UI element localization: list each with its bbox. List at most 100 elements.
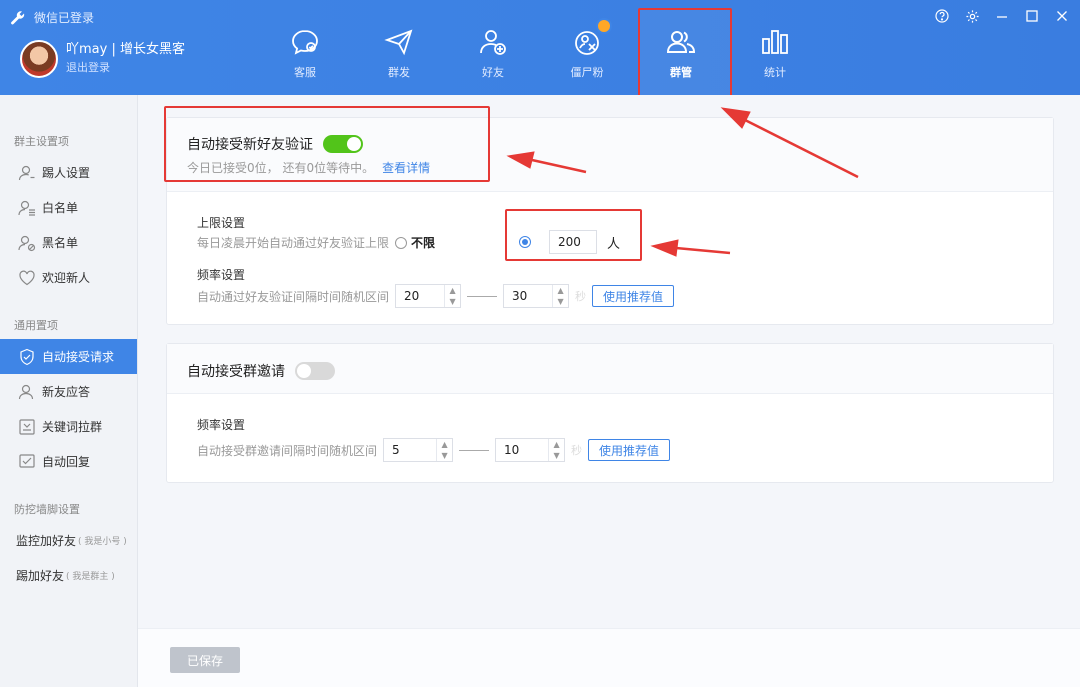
group-use-recommended-button[interactable]: 使用推荐值 xyxy=(588,439,671,461)
nav-customer-service[interactable]: 客服 xyxy=(258,0,352,95)
sidebar-item-label: 监控加好友 xyxy=(16,534,77,548)
sidebar-item-blacklist[interactable]: 黑名单 xyxy=(0,225,137,260)
sidebar-item-label: 黑名单 xyxy=(42,236,79,250)
chevron-down-icon[interactable]: ▼ xyxy=(441,451,447,460)
freq-row: 自动通过好友验证间隔时间随机区间 20 ▲ ▼ 30 ▲ ▼ 秒 使用推荐值 xyxy=(197,284,675,308)
group-manage-icon xyxy=(666,31,696,53)
window-controls xyxy=(934,8,1070,24)
group-freq-min-value: 5 xyxy=(392,443,400,457)
group-freq-max-value: 10 xyxy=(504,443,520,457)
group-invite-toggle[interactable] xyxy=(295,362,335,380)
group-invite-card: 自动接受群邀请 频率设置 自动接受群邀请间隔时间随机区间 5 ▲ ▼ 10 ▲ ▼ … xyxy=(166,343,1054,483)
freq-label: 频率设置 xyxy=(197,268,246,282)
group-freq-unit: 秒 xyxy=(571,444,583,457)
group-freq-desc: 自动接受群邀请间隔时间随机区间 xyxy=(197,443,378,458)
freq-min-input[interactable]: 20 ▲ ▼ xyxy=(395,284,462,308)
sidebar-item-label: 自动回复 xyxy=(42,455,91,469)
user-block-icon xyxy=(18,235,36,251)
group-freq-min-input[interactable]: 5 ▲ ▼ xyxy=(383,438,454,462)
group-freq-max-stepper[interactable]: ▲ ▼ xyxy=(548,439,564,461)
sidebar-item-label: 踢加好友 xyxy=(16,569,65,583)
sidebar-item-new-friend-reply[interactable]: 新友应答 xyxy=(0,374,137,409)
sidebar-item-kick-added[interactable]: 踢加好友 ( 我是群主 ) xyxy=(0,558,137,593)
group-freq-min-stepper[interactable]: ▲ ▼ xyxy=(436,439,452,461)
login-status-text: 微信已登录 xyxy=(34,11,95,25)
app-header: 微信已登录 吖may | 增长女黑客 退出登录 客服 群发 好友 僵尸粉 群管 xyxy=(0,0,1080,98)
range-dash xyxy=(467,295,498,297)
highlight-box xyxy=(505,209,642,261)
add-friend-icon xyxy=(480,30,506,55)
help-icon[interactable] xyxy=(934,8,950,24)
sidebar-item-auto-accept[interactable]: 自动接受请求 xyxy=(0,339,137,374)
nav-friends[interactable]: 好友 xyxy=(446,0,540,95)
wrench-icon xyxy=(11,10,25,24)
sidebar-item-label: 关键词拉群 xyxy=(42,420,103,434)
sidebar-section-title: 群主设置项 xyxy=(14,135,69,148)
shield-check-icon xyxy=(20,348,34,365)
chevron-up-icon[interactable]: ▲ xyxy=(553,440,559,449)
freq-min-stepper[interactable]: ▲ ▼ xyxy=(444,285,460,307)
nav-zombie-fans[interactable]: 僵尸粉 xyxy=(540,0,634,95)
sidebar-item-whitelist[interactable]: 白名单 xyxy=(0,190,137,225)
avatar[interactable] xyxy=(20,40,58,78)
limit-label: 上限设置 xyxy=(197,216,246,230)
nav-label: 好友 xyxy=(482,66,504,79)
user-list-icon xyxy=(18,200,35,216)
user-profile: 吖may | 增长女黑客 退出登录 xyxy=(20,40,185,78)
nav-label: 群管 xyxy=(670,66,692,79)
maximize-icon[interactable] xyxy=(1024,8,1040,24)
group-freq-max-input[interactable]: 10 ▲ ▼ xyxy=(495,438,566,462)
chevron-up-icon[interactable]: ▲ xyxy=(449,286,455,295)
send-icon xyxy=(384,29,413,56)
user-remove-icon xyxy=(18,165,35,180)
sidebar: 群主设置项 踢人设置 白名单 黑名单 欢迎新人 通用置项 自动接受请求 新友应答… xyxy=(0,95,138,687)
close-icon[interactable] xyxy=(1054,8,1070,24)
group-invite-title: 自动接受群邀请 xyxy=(187,361,335,381)
freq-desc: 自动通过好友验证间隔时间随机区间 xyxy=(197,289,390,304)
unlimited-label: 不限 xyxy=(411,236,436,250)
nav-statistics[interactable]: 统计 xyxy=(728,0,822,95)
sidebar-item-kick[interactable]: 踢人设置 xyxy=(0,155,137,190)
user-name: 吖may | 增长女黑客 xyxy=(66,42,185,57)
nav-label: 统计 xyxy=(764,66,786,79)
heart-icon xyxy=(19,270,35,285)
sidebar-item-label: 踢人设置 xyxy=(42,166,91,180)
top-nav: 客服 群发 好友 僵尸粉 群管 统计 xyxy=(258,0,822,98)
sidebar-item-note: ( 我是小号 ) xyxy=(78,537,127,547)
main-content: 自动接受新好友验证 今日已接受0位， 还有0位等待中。 查看详情 上限设置 每日凌… xyxy=(138,95,1080,687)
footer-bar: 已保存 xyxy=(138,628,1080,687)
limit-row: 每日凌晨开始自动通过好友验证上限 不限 xyxy=(197,234,435,251)
sidebar-item-label: 自动接受请求 xyxy=(42,350,115,364)
chevron-up-icon[interactable]: ▲ xyxy=(557,286,563,295)
user-icon xyxy=(18,384,34,399)
minimize-icon[interactable] xyxy=(994,8,1010,24)
use-recommended-button[interactable]: 使用推荐值 xyxy=(592,285,675,307)
freq-max-input[interactable]: 30 ▲ ▼ xyxy=(503,284,570,308)
group-freq-label: 频率设置 xyxy=(197,418,246,432)
chevron-down-icon[interactable]: ▼ xyxy=(553,451,559,460)
card-title-text: 自动接受群邀请 xyxy=(187,364,285,380)
nav-mass-send[interactable]: 群发 xyxy=(352,0,446,95)
sidebar-item-welcome[interactable]: 欢迎新人 xyxy=(0,260,137,295)
saved-button[interactable]: 已保存 xyxy=(170,647,240,673)
sidebar-section-title: 防挖墙脚设置 xyxy=(14,503,80,516)
gear-icon[interactable] xyxy=(964,8,980,24)
sidebar-item-monitor-add[interactable]: 监控加好友 ( 我是小号 ) xyxy=(0,523,137,558)
chevron-down-icon[interactable]: ▼ xyxy=(449,297,455,306)
sidebar-item-keyword-group[interactable]: 关键词拉群 xyxy=(0,409,137,444)
nav-label: 群发 xyxy=(388,66,410,79)
keyword-icon xyxy=(19,418,35,435)
unlimited-radio[interactable] xyxy=(395,236,408,249)
sidebar-item-auto-reply[interactable]: 自动回复 xyxy=(0,444,137,479)
group-freq-row: 自动接受群邀请间隔时间随机区间 5 ▲ ▼ 10 ▲ ▼ 秒 使用推荐值 xyxy=(197,438,671,462)
freq-max-value: 30 xyxy=(512,289,528,303)
chevron-down-icon[interactable]: ▼ xyxy=(557,297,563,306)
nav-label: 僵尸粉 xyxy=(570,66,604,79)
logout-link[interactable]: 退出登录 xyxy=(66,59,185,77)
chevron-up-icon[interactable]: ▲ xyxy=(441,440,447,449)
clock-badge-icon xyxy=(596,18,612,34)
chat-icon xyxy=(292,30,318,55)
freq-max-stepper[interactable]: ▲ ▼ xyxy=(552,285,568,307)
nav-group-manage[interactable]: 群管 xyxy=(634,0,732,98)
sidebar-item-note: ( 我是群主 ) xyxy=(66,572,115,582)
